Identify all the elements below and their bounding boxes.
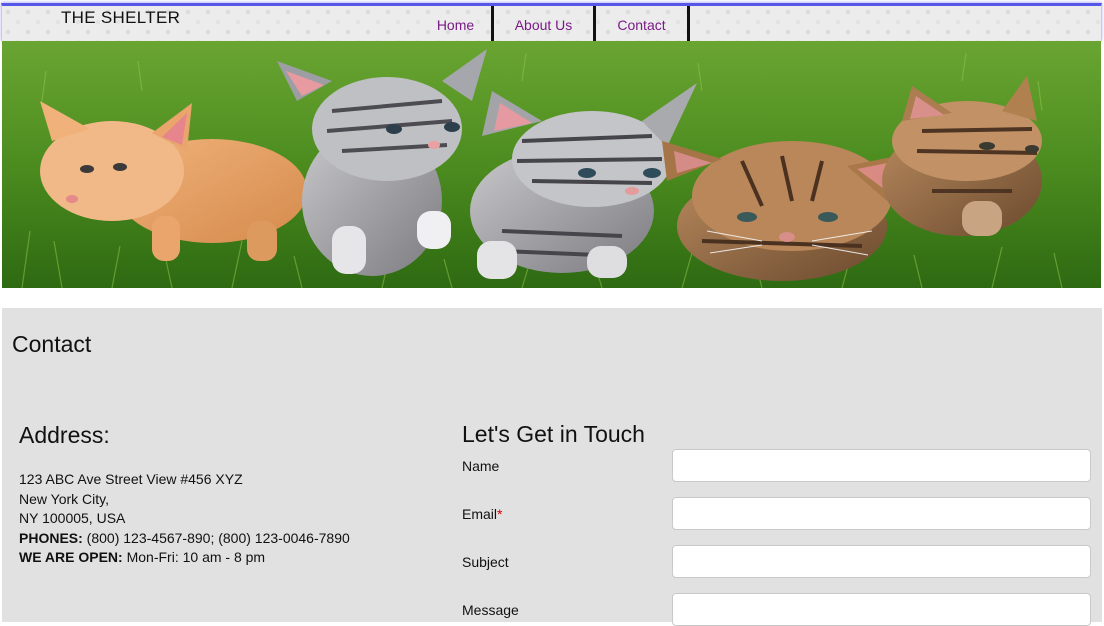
address-street: 123 ABC Ave Street View #456 XYZ	[19, 471, 243, 487]
email-input[interactable]	[672, 497, 1091, 530]
email-label-text: Email	[462, 506, 498, 522]
phones-label: PHONES:	[19, 529, 83, 546]
contact-form-heading: Let's Get in Touch	[462, 421, 645, 447]
address-heading: Address:	[19, 422, 110, 448]
contact-section: Contact Address: 123 ABC Ave Street View…	[2, 308, 1102, 626]
site-header: THE SHELTER Home About Us Contact	[1, 3, 1102, 44]
kittens-illustration	[2, 41, 1101, 288]
name-label: Name	[462, 458, 500, 474]
message-input[interactable]	[672, 593, 1091, 626]
main-nav: Home About Us Contact	[420, 6, 690, 44]
phones-line: PHONES: (800) 123-4567-890; (800) 123-00…	[19, 529, 419, 549]
required-mark: *	[497, 506, 503, 522]
nav-contact-link[interactable]: Contact	[596, 6, 690, 42]
hero-kittens-image	[2, 41, 1101, 288]
site-brand[interactable]: THE SHELTER	[61, 8, 180, 28]
hours-line: WE ARE OPEN: Mon-Fri: 10 am - 8 pm	[19, 548, 419, 568]
message-label: Message	[462, 602, 519, 618]
hours-value: Mon-Fri: 10 am - 8 pm	[122, 549, 266, 565]
nav-home-link[interactable]: Home	[420, 6, 494, 42]
address-region: NY 100005, USA	[19, 510, 126, 526]
subject-input[interactable]	[672, 545, 1091, 578]
address-city: New York City,	[19, 490, 109, 507]
name-input[interactable]	[672, 449, 1091, 482]
hours-label: WE ARE OPEN:	[19, 549, 123, 565]
subject-label: Subject	[462, 554, 509, 570]
phones-value: (800) 123-4567-890; (800) 123-0046-7890	[82, 529, 350, 546]
email-label: Email*	[462, 506, 502, 522]
nav-about-link[interactable]: About Us	[494, 6, 596, 42]
contact-page-title: Contact	[12, 331, 92, 357]
address-block: Address: 123 ABC Ave Street View #456 XY…	[19, 422, 419, 568]
